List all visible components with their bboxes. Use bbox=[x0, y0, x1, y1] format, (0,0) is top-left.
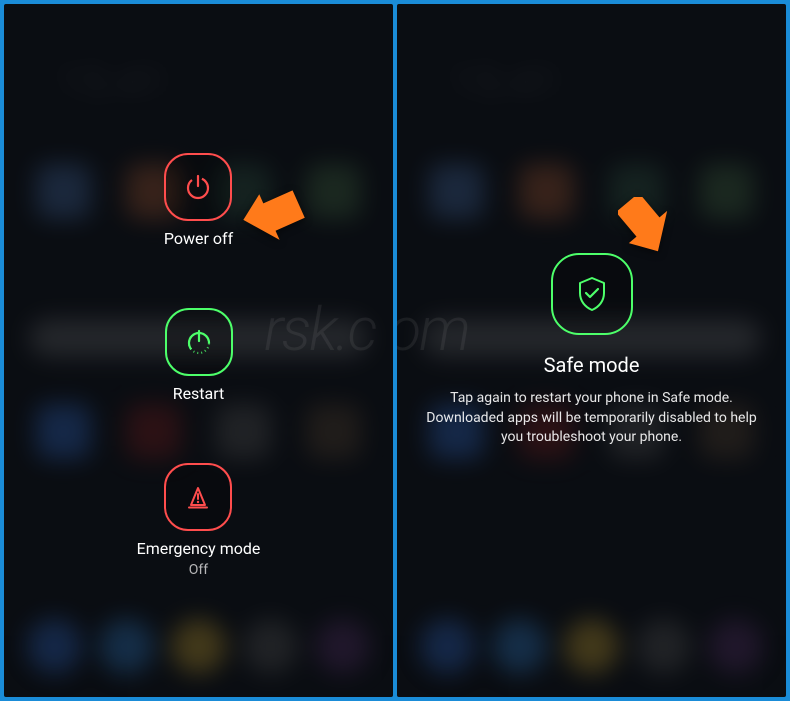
safe-mode-title: Safe mode bbox=[425, 353, 758, 377]
shield-icon bbox=[571, 273, 613, 315]
restart-button[interactable]: Restart bbox=[165, 308, 233, 403]
safe-mode-button[interactable] bbox=[551, 253, 633, 335]
restart-label: Restart bbox=[173, 384, 225, 403]
emergency-label: Emergency mode bbox=[137, 539, 261, 558]
power-menu: Power off Restart bbox=[4, 4, 393, 697]
safe-mode-description: Tap again to restart your phone in Safe … bbox=[425, 389, 758, 448]
safe-mode-prompt: Safe mode Tap again to restart your phon… bbox=[397, 4, 786, 697]
emergency-mode-button[interactable]: Emergency mode Off bbox=[137, 463, 261, 578]
power-off-icon bbox=[164, 153, 232, 221]
safe-mode-panel: 15:41 rsk.com bbox=[397, 4, 786, 697]
emergency-status: Off bbox=[189, 562, 208, 578]
emergency-icon bbox=[164, 463, 232, 531]
power-off-button[interactable]: Power off bbox=[164, 153, 233, 248]
power-off-label: Power off bbox=[164, 229, 233, 248]
power-menu-panel: 15:41 rsk.c bbox=[4, 4, 393, 697]
restart-icon bbox=[165, 308, 233, 376]
